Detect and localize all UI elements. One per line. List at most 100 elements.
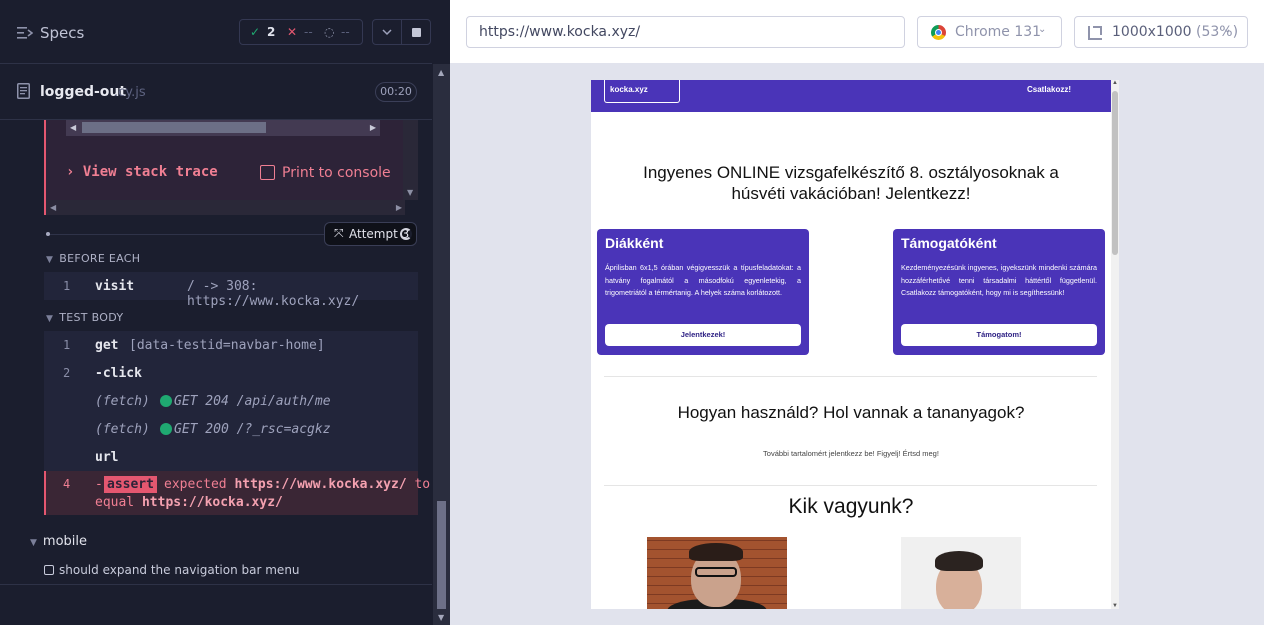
fetch-row[interactable]: (fetch) GET 200 /?_rsc=acgkz bbox=[44, 415, 418, 443]
scroll-right-icon[interactable]: ▶ bbox=[370, 123, 376, 132]
site-navbar: kocka.xyz Csatlakozz! bbox=[591, 80, 1111, 112]
reporter-scrollbar[interactable]: ▲ ▼ bbox=[433, 64, 450, 625]
site-scrollbar[interactable]: ▲ ▼ bbox=[1111, 80, 1119, 609]
scrollbar-thumb[interactable] bbox=[1112, 91, 1118, 255]
terminal-icon bbox=[260, 165, 275, 180]
card-title: Diákként bbox=[605, 235, 664, 251]
test-title: should expand the navigation bar menu bbox=[59, 563, 300, 577]
test-body-commands: 1 get [data-testid=navbar-home] 2 -click… bbox=[44, 331, 418, 471]
divider bbox=[604, 485, 1097, 486]
command-row[interactable]: 2 -click bbox=[44, 359, 418, 387]
scroll-down-icon[interactable]: ▼ bbox=[1112, 603, 1118, 609]
run-duration: 00:20 bbox=[375, 82, 417, 102]
command-name: -click bbox=[95, 366, 142, 381]
scroll-down-icon[interactable]: ▼ bbox=[407, 188, 413, 197]
test-stats: ✓ 2 ✕ -- ◌ -- bbox=[239, 19, 363, 45]
scroll-left-icon[interactable]: ◀ bbox=[70, 123, 76, 132]
assert-expected-url: https://kocka.xyz/ bbox=[141, 495, 283, 510]
viewport-zoom: (53%) bbox=[1196, 24, 1239, 40]
assert-equal-label: equal bbox=[95, 495, 142, 510]
app-preview-panel: https://www.kocka.xyz/ Chrome 131 ⌄ 1000… bbox=[450, 0, 1264, 625]
scroll-left-icon[interactable]: ◀ bbox=[50, 203, 56, 212]
viewport-label: 1000x1000 (53%) bbox=[1112, 24, 1238, 40]
test-body-header[interactable]: ▼ TEST BODY bbox=[46, 311, 123, 324]
specs-list-icon[interactable] bbox=[17, 26, 33, 40]
expand-button[interactable] bbox=[372, 19, 402, 45]
spec-file-ext: .cy.js bbox=[114, 85, 146, 100]
view-stack-trace-button[interactable]: › View stack trace bbox=[66, 164, 218, 180]
assert-dash: - bbox=[95, 477, 103, 492]
document-icon bbox=[17, 83, 30, 99]
spec-file-header: logged-out .cy.js 00:20 bbox=[0, 65, 432, 120]
app-iframe: kocka.xyz Csatlakozz! Ingyenes ONLINE vi… bbox=[591, 80, 1119, 609]
command-row[interactable]: 1 visit / -> 308: https://www.kocka.xyz/ bbox=[44, 272, 418, 309]
navbar-home-link[interactable]: kocka.xyz bbox=[604, 80, 680, 103]
command-row[interactable]: 1 get [data-testid=navbar-home] bbox=[44, 331, 418, 359]
before-each-header[interactable]: ▼ BEFORE EACH bbox=[46, 252, 140, 265]
join-link[interactable]: Csatlakozz! bbox=[1027, 85, 1071, 94]
error-vertical-scrollbar[interactable]: ▼ bbox=[403, 120, 418, 200]
assert-message-line2: equal https://kocka.xyz/ bbox=[95, 495, 283, 510]
about-title: Kik vagyunk? bbox=[788, 495, 914, 518]
browser-selector[interactable]: Chrome 131 ⌄ bbox=[917, 16, 1062, 48]
browser-toolbar: https://www.kocka.xyz/ Chrome 131 ⌄ 1000… bbox=[450, 0, 1264, 64]
failed-assert-row[interactable]: 4 - assert expected https://www.kocka.xy… bbox=[44, 471, 430, 515]
command-name: get bbox=[95, 338, 119, 353]
status-dot-icon bbox=[160, 423, 172, 435]
print-to-console-button[interactable]: Print to console bbox=[282, 165, 391, 181]
assert-expected-label: expected bbox=[164, 477, 235, 492]
attempt-badge[interactable]: ⤧ Attempt 3 bbox=[324, 222, 417, 246]
scroll-right-icon[interactable]: ▶ bbox=[396, 203, 402, 212]
scroll-down-icon[interactable]: ▼ bbox=[438, 613, 444, 622]
command-name: visit bbox=[95, 279, 135, 294]
chevron-down-icon: ▼ bbox=[46, 314, 54, 324]
test-body-label: TEST BODY bbox=[59, 311, 124, 324]
collapse-icon: ⤧ bbox=[334, 226, 344, 240]
fetch-row[interactable]: (fetch) GET 204 /api/auth/me bbox=[44, 387, 418, 415]
photo-glasses bbox=[695, 567, 737, 577]
apply-button[interactable]: Jelentkezek! bbox=[605, 324, 801, 346]
check-icon: ✓ bbox=[250, 25, 261, 39]
divider bbox=[46, 234, 326, 235]
request-info: GET 204 /api/auth/me bbox=[174, 394, 331, 409]
command-row[interactable]: url bbox=[44, 443, 418, 471]
stop-button[interactable] bbox=[401, 19, 431, 45]
photo-hair bbox=[689, 543, 743, 561]
assert-to-label: to bbox=[406, 477, 431, 492]
test-item[interactable]: should expand the navigation bar menu bbox=[44, 563, 300, 577]
url-bar[interactable]: https://www.kocka.xyz/ bbox=[466, 16, 905, 48]
student-card: Diákként Áprilisban 6x1,5 órában végigve… bbox=[597, 229, 809, 355]
chevron-down-icon: ▼ bbox=[30, 538, 37, 548]
support-button[interactable]: Támogatom! bbox=[901, 324, 1097, 346]
scroll-up-icon[interactable]: ▲ bbox=[1112, 80, 1118, 86]
command-name: url bbox=[95, 450, 119, 465]
pending-count: -- bbox=[341, 25, 350, 39]
suite-label: mobile bbox=[42, 534, 88, 549]
scroll-up-icon[interactable]: ▲ bbox=[438, 68, 444, 77]
passed-count: 2 bbox=[267, 25, 276, 39]
before-each-commands: 1 visit / -> 308: https://www.kocka.xyz/ bbox=[44, 272, 418, 309]
chevron-down-icon: ⌄ bbox=[1038, 24, 1047, 35]
card-title: Támogatóként bbox=[901, 235, 997, 251]
command-message: / -> 308: https://www.kocka.xyz/ bbox=[187, 279, 360, 309]
team-photo bbox=[647, 537, 787, 609]
code-frame-scrollbar[interactable]: ◀ ▶ bbox=[66, 120, 380, 136]
scrollbar-corner bbox=[405, 200, 420, 215]
scrollbar-thumb[interactable] bbox=[437, 501, 446, 609]
specs-label[interactable]: Specs bbox=[40, 24, 84, 42]
supporter-card: Támogatóként Kezdeményezésünk ingyenes, … bbox=[893, 229, 1105, 355]
failed-count: -- bbox=[304, 25, 313, 39]
photo-hair bbox=[935, 551, 983, 571]
pending-test-icon bbox=[44, 565, 54, 575]
hero-title: Ingyenes ONLINE vizsgafelkészítő 8. oszt… bbox=[643, 163, 1059, 203]
assert-message-line1: expected https://www.kocka.xyz/ to bbox=[164, 477, 430, 492]
viewport-selector[interactable]: 1000x1000 (53%) ⌄ bbox=[1074, 16, 1248, 48]
stop-icon bbox=[412, 28, 421, 37]
runner-header: Specs ✓ 2 ✕ -- ◌ -- bbox=[0, 0, 432, 64]
how-to-title: Hogyan használd? Hol vannak a tananyagok… bbox=[677, 403, 1025, 422]
scrollbar-thumb[interactable] bbox=[82, 122, 266, 133]
suite-mobile[interactable]: ▼ mobile bbox=[30, 534, 87, 549]
error-horizontal-scrollbar[interactable]: ◀ ▶ bbox=[46, 200, 420, 215]
spinner-icon: ◌ bbox=[324, 25, 335, 39]
how-to-subtitle: További tartalomért jelentkezz be! Figye… bbox=[763, 449, 939, 458]
